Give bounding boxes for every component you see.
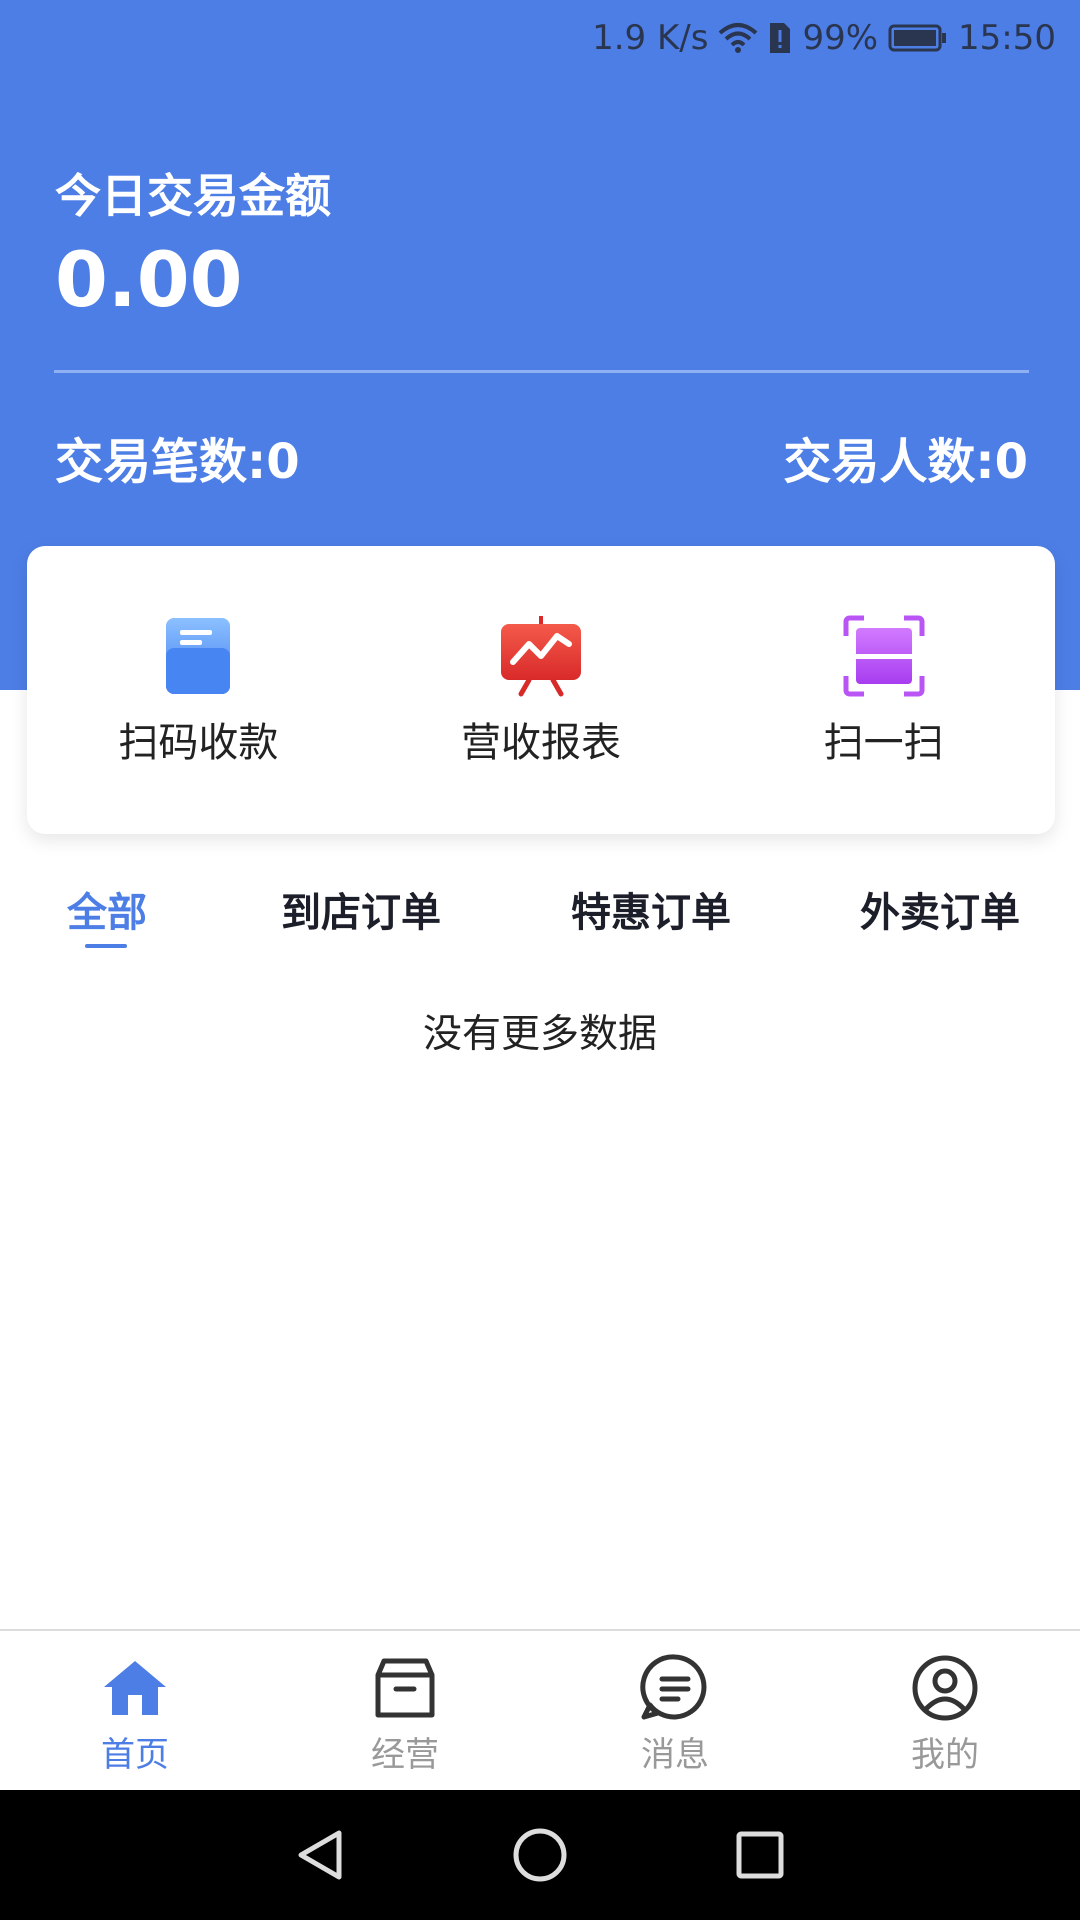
nav-profile-label: 我的 (911, 1735, 979, 1775)
revenue-chart-icon (499, 614, 583, 698)
scan-button[interactable]: 扫一扫 (712, 546, 1055, 834)
nav-home-label: 首页 (101, 1735, 169, 1775)
battery-percent: 99% (802, 18, 879, 58)
tab-discount-orders[interactable]: 特惠订单 (571, 880, 731, 938)
profile-icon (910, 1653, 980, 1723)
scan-icon (842, 614, 926, 698)
clock: 15:50 (958, 18, 1056, 58)
bottom-nav: 首页 经营 消息 我的 (0, 1629, 1080, 1792)
system-nav-bar (0, 1790, 1080, 1920)
scan-label: 扫一扫 (823, 720, 944, 766)
network-speed: 1.9 K/s (592, 18, 709, 58)
nav-business-label: 经营 (371, 1735, 439, 1775)
home-circle-icon[interactable] (470, 1827, 610, 1883)
status-bar: 1.9 K/s 99% 15:50 (0, 0, 1080, 76)
box-icon (370, 1653, 440, 1723)
nav-profile[interactable]: 我的 (810, 1631, 1080, 1792)
active-tab-indicator (85, 944, 127, 948)
battery-icon (888, 23, 948, 53)
revenue-report-button[interactable]: 营收报表 (370, 546, 713, 834)
order-tabs: 全部 到店订单 特惠订单 外卖订单 (0, 880, 1080, 960)
message-icon (640, 1653, 710, 1723)
sim-alert-icon (768, 21, 792, 55)
quick-actions-card: 扫码收款 营收报表 扫一扫 (27, 546, 1055, 834)
nav-messages-label: 消息 (641, 1735, 709, 1775)
home-icon (100, 1653, 170, 1723)
scan-receive-icon (156, 614, 240, 698)
today-amount: 0.00 (55, 235, 243, 324)
transaction-count: 交易笔数:0 (55, 434, 300, 490)
tab-all[interactable]: 全部 (67, 880, 147, 938)
scan-receive-button[interactable]: 扫码收款 (27, 546, 370, 834)
wifi-icon (718, 21, 758, 55)
nav-home[interactable]: 首页 (0, 1631, 270, 1792)
header-divider (54, 370, 1029, 373)
recents-icon[interactable] (690, 1830, 830, 1880)
scan-receive-label: 扫码收款 (118, 720, 279, 766)
revenue-report-label: 营收报表 (461, 720, 621, 766)
nav-messages[interactable]: 消息 (540, 1631, 810, 1792)
tab-delivery-orders[interactable]: 外卖订单 (860, 880, 1020, 938)
empty-state-message: 没有更多数据 (422, 1012, 657, 1057)
page-title: 今日交易金额 (55, 169, 331, 223)
tab-in-store-orders[interactable]: 到店订单 (281, 880, 441, 938)
customer-count: 交易人数:0 (783, 434, 1028, 490)
back-icon[interactable] (250, 1827, 390, 1883)
nav-business[interactable]: 经营 (270, 1631, 540, 1792)
